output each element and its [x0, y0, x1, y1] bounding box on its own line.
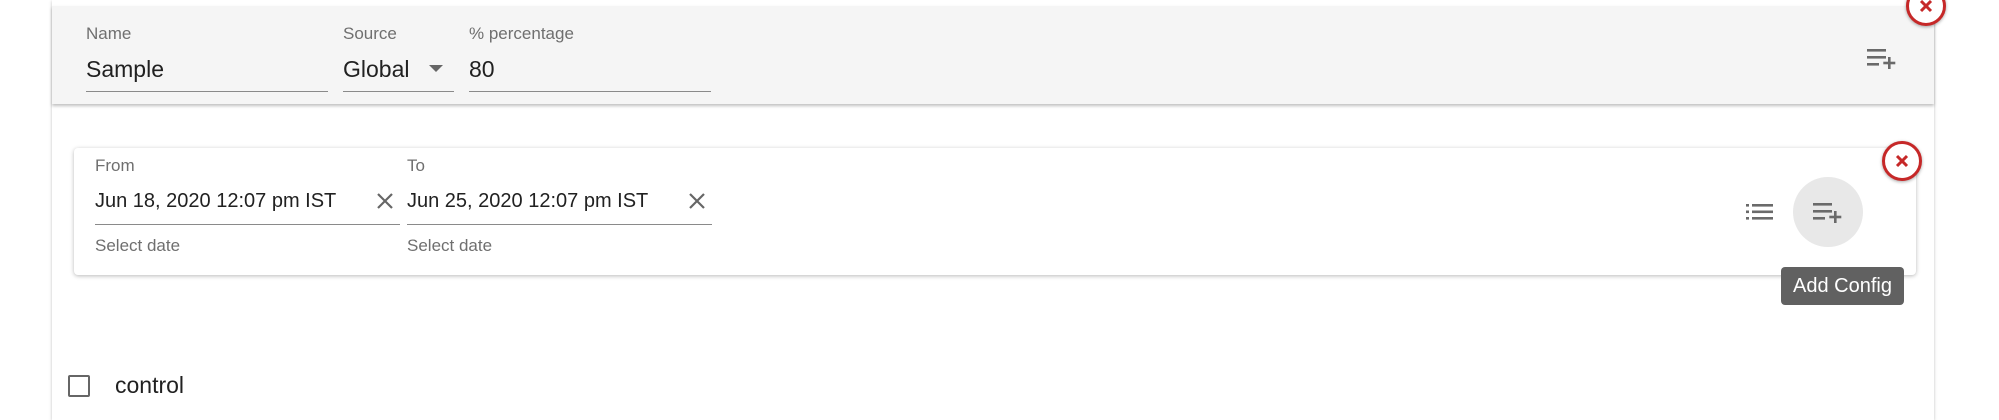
add-config-button[interactable] [1793, 177, 1863, 247]
source-label: Source [343, 24, 397, 43]
playlist-add-icon [1813, 203, 1842, 223]
to-underline [407, 224, 712, 225]
arrow-drop-down-icon[interactable] [427, 62, 445, 76]
config-header-panel [52, 6, 1934, 104]
source-select[interactable]: Global [343, 56, 409, 83]
list-icon[interactable] [1745, 201, 1775, 223]
control-checkbox-label[interactable]: control [115, 372, 184, 399]
close-icon [1919, 0, 1933, 13]
from-label: From [95, 156, 135, 175]
to-hint: Select date [407, 236, 493, 255]
remove-date-range-button[interactable] [1882, 141, 1922, 181]
from-hint: Select date [95, 236, 181, 255]
name-underline [86, 91, 328, 92]
to-label: To [407, 156, 425, 175]
close-icon[interactable] [686, 190, 708, 212]
percentage-underline [469, 91, 711, 92]
name-input[interactable]: Sample [86, 56, 164, 83]
from-underline [95, 224, 400, 225]
close-icon[interactable] [374, 190, 396, 212]
from-date-input[interactable]: Jun 18, 2020 12:07 pm IST [95, 190, 336, 213]
percentage-input[interactable]: 80 [469, 56, 495, 83]
playlist-add-icon[interactable] [1866, 46, 1898, 70]
name-label: Name [86, 24, 132, 43]
source-underline [343, 91, 454, 92]
add-config-tooltip: Add Config [1781, 267, 1904, 305]
percentage-label: % percentage [469, 24, 574, 43]
date-range-card [74, 148, 1916, 275]
close-icon [1895, 154, 1909, 168]
to-date-input[interactable]: Jun 25, 2020 12:07 pm IST [407, 190, 648, 213]
control-checkbox[interactable] [68, 375, 90, 397]
